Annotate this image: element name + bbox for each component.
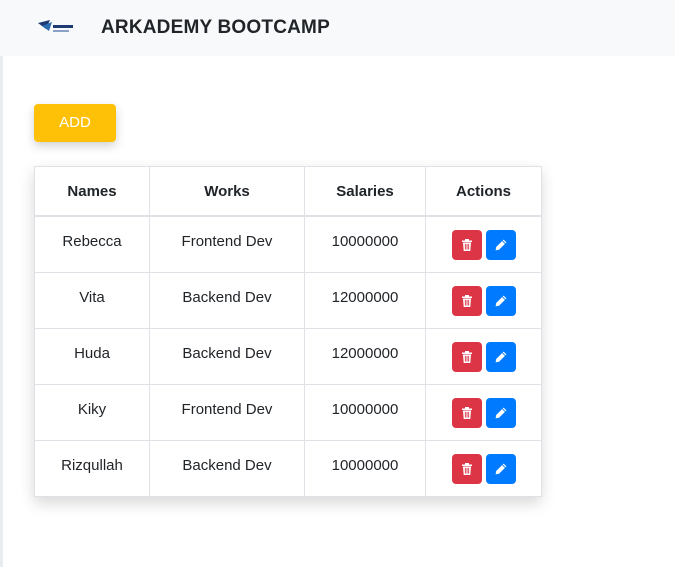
cell-name: Huda bbox=[34, 328, 150, 385]
delete-button[interactable] bbox=[451, 453, 482, 484]
cell-work: Backend Dev bbox=[149, 272, 305, 329]
header-salaries: Salaries bbox=[304, 166, 426, 217]
work-text: Frontend Dev bbox=[181, 401, 273, 418]
delete-button[interactable] bbox=[451, 341, 482, 372]
cell-actions bbox=[425, 440, 542, 497]
delete-button[interactable] bbox=[451, 285, 482, 316]
name-text: Kiky bbox=[77, 401, 107, 418]
cell-actions bbox=[425, 215, 542, 273]
name-text: Vita bbox=[79, 289, 105, 306]
work-text: Backend Dev bbox=[182, 345, 272, 362]
cell-actions bbox=[425, 328, 542, 385]
cell-actions bbox=[425, 272, 542, 329]
table-header-row: Names Works Salaries Actions bbox=[34, 166, 542, 217]
cell-name: Vita bbox=[34, 272, 150, 329]
work-text: Frontend Dev bbox=[181, 233, 273, 250]
salary-text: 10000000 bbox=[331, 401, 399, 418]
table-row: Huda Backend Dev 12000000 bbox=[34, 328, 542, 385]
cell-work: Backend Dev bbox=[149, 328, 305, 385]
cell-work: Frontend Dev bbox=[149, 384, 305, 441]
cell-salary: 10000000 bbox=[304, 384, 426, 441]
name-text: Rizqullah bbox=[61, 457, 123, 474]
name-text: Rebecca bbox=[62, 233, 122, 250]
table-body: Rebecca Frontend Dev 10000000 Vita Backend D… bbox=[34, 215, 542, 497]
work-text: Backend Dev bbox=[182, 457, 272, 474]
edit-button[interactable] bbox=[485, 341, 516, 372]
left-edge-shadow bbox=[0, 0, 3, 567]
add-button[interactable]: ADD bbox=[34, 104, 116, 142]
salary-text: 12000000 bbox=[331, 345, 399, 362]
cell-salary: 12000000 bbox=[304, 328, 426, 385]
salary-text: 12000000 bbox=[331, 289, 399, 306]
employee-table-card: Names Works Salaries Actions Rebecca Fron… bbox=[34, 166, 542, 497]
delete-button[interactable] bbox=[451, 397, 482, 428]
header-names: Names bbox=[34, 166, 150, 217]
cell-name: Rebecca bbox=[34, 215, 150, 273]
salary-text: 10000000 bbox=[331, 457, 399, 474]
edit-button[interactable] bbox=[485, 229, 516, 260]
table-row: Rizqullah Backend Dev 10000000 bbox=[34, 440, 542, 497]
edit-button[interactable] bbox=[485, 453, 516, 484]
brand-title: ARKADEMY BOOTCAMP bbox=[101, 17, 330, 38]
edit-button[interactable] bbox=[485, 285, 516, 316]
cell-actions bbox=[425, 384, 542, 441]
name-text: Huda bbox=[74, 345, 110, 362]
employee-table: Names Works Salaries Actions Rebecca Fron… bbox=[34, 166, 542, 497]
table-row: Kiky Frontend Dev 10000000 bbox=[34, 384, 542, 441]
cell-salary: 12000000 bbox=[304, 272, 426, 329]
table-row: Vita Backend Dev 12000000 bbox=[34, 272, 542, 329]
cell-salary: 10000000 bbox=[304, 215, 426, 273]
salary-text: 10000000 bbox=[331, 233, 399, 250]
navbar: ARKADEMY BOOTCAMP bbox=[0, 0, 675, 56]
cell-salary: 10000000 bbox=[304, 440, 426, 497]
work-text: Backend Dev bbox=[182, 289, 272, 306]
header-works: Works bbox=[149, 166, 305, 217]
edit-button[interactable] bbox=[485, 397, 516, 428]
cell-name: Rizqullah bbox=[34, 440, 150, 497]
arkademy-logo-icon[interactable] bbox=[36, 17, 74, 39]
cell-name: Kiky bbox=[34, 384, 150, 441]
cell-work: Frontend Dev bbox=[149, 215, 305, 273]
header-actions: Actions bbox=[425, 166, 542, 217]
cell-work: Backend Dev bbox=[149, 440, 305, 497]
delete-button[interactable] bbox=[451, 229, 482, 260]
table-row: Rebecca Frontend Dev 10000000 bbox=[34, 215, 542, 273]
